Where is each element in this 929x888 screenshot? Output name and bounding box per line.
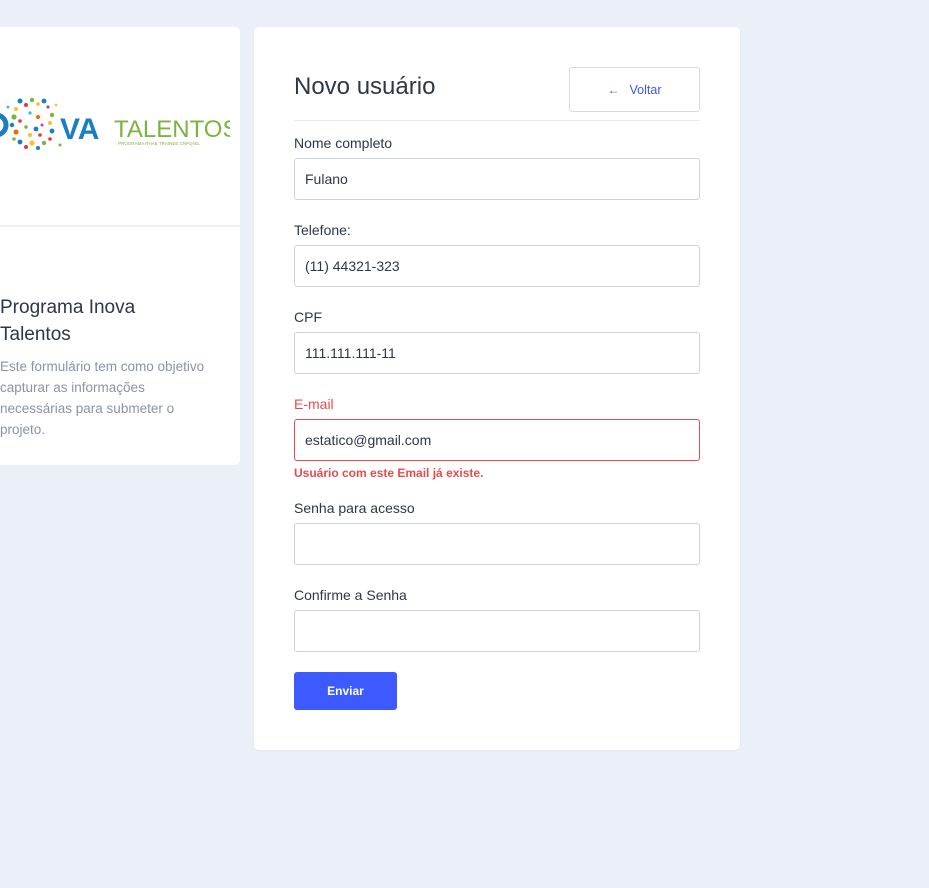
email-input[interactable] — [294, 419, 700, 461]
page-title: Novo usuário — [294, 73, 436, 100]
confirm-password-label: Confirme a Senha — [294, 587, 407, 603]
phone-input[interactable] — [294, 245, 700, 287]
divider — [294, 120, 700, 121]
sidebar-card: VA TALENTOS PROGRAMA RHAE TRAINEE CNPq-I… — [0, 27, 240, 465]
email-label: E-mail — [294, 396, 334, 412]
cpf-label: CPF — [294, 309, 322, 325]
logo-subtext: PROGRAMA RHAE TRAINEE CNPq-IEL — [118, 141, 200, 146]
inova-talentos-logo: VA TALENTOS PROGRAMA RHAE TRAINEE CNPq-I… — [0, 97, 230, 150]
name-input[interactable] — [294, 158, 700, 200]
confirm-password-input[interactable] — [294, 610, 700, 652]
arrow-left-icon: ← — [607, 82, 620, 97]
submit-button[interactable]: Enviar — [294, 672, 397, 710]
name-label: Nome completo — [294, 135, 393, 151]
sidebar-description: Este formulário tem como objetivo captur… — [0, 359, 205, 437]
password-input[interactable] — [294, 523, 700, 565]
new-user-form: Novo usuário ← Voltar Nome completo Tele… — [254, 27, 740, 750]
logo-area: VA TALENTOS PROGRAMA RHAE TRAINEE CNPq-I… — [0, 27, 240, 227]
sidebar-title: Programa Inova Talentos — [0, 297, 136, 345]
back-button-label: Voltar — [629, 82, 662, 97]
phone-label: Telefone: — [294, 222, 351, 238]
logo-text-talentos: TALENTOS — [114, 116, 230, 143]
logo-dots-icon — [0, 97, 62, 150]
cpf-input[interactable] — [294, 332, 700, 374]
email-error-message: Usuário com este Email já existe. — [294, 466, 484, 480]
back-button[interactable]: ← Voltar — [569, 67, 700, 112]
logo-text-va: VA — [60, 113, 99, 146]
password-label: Senha para acesso — [294, 500, 415, 516]
